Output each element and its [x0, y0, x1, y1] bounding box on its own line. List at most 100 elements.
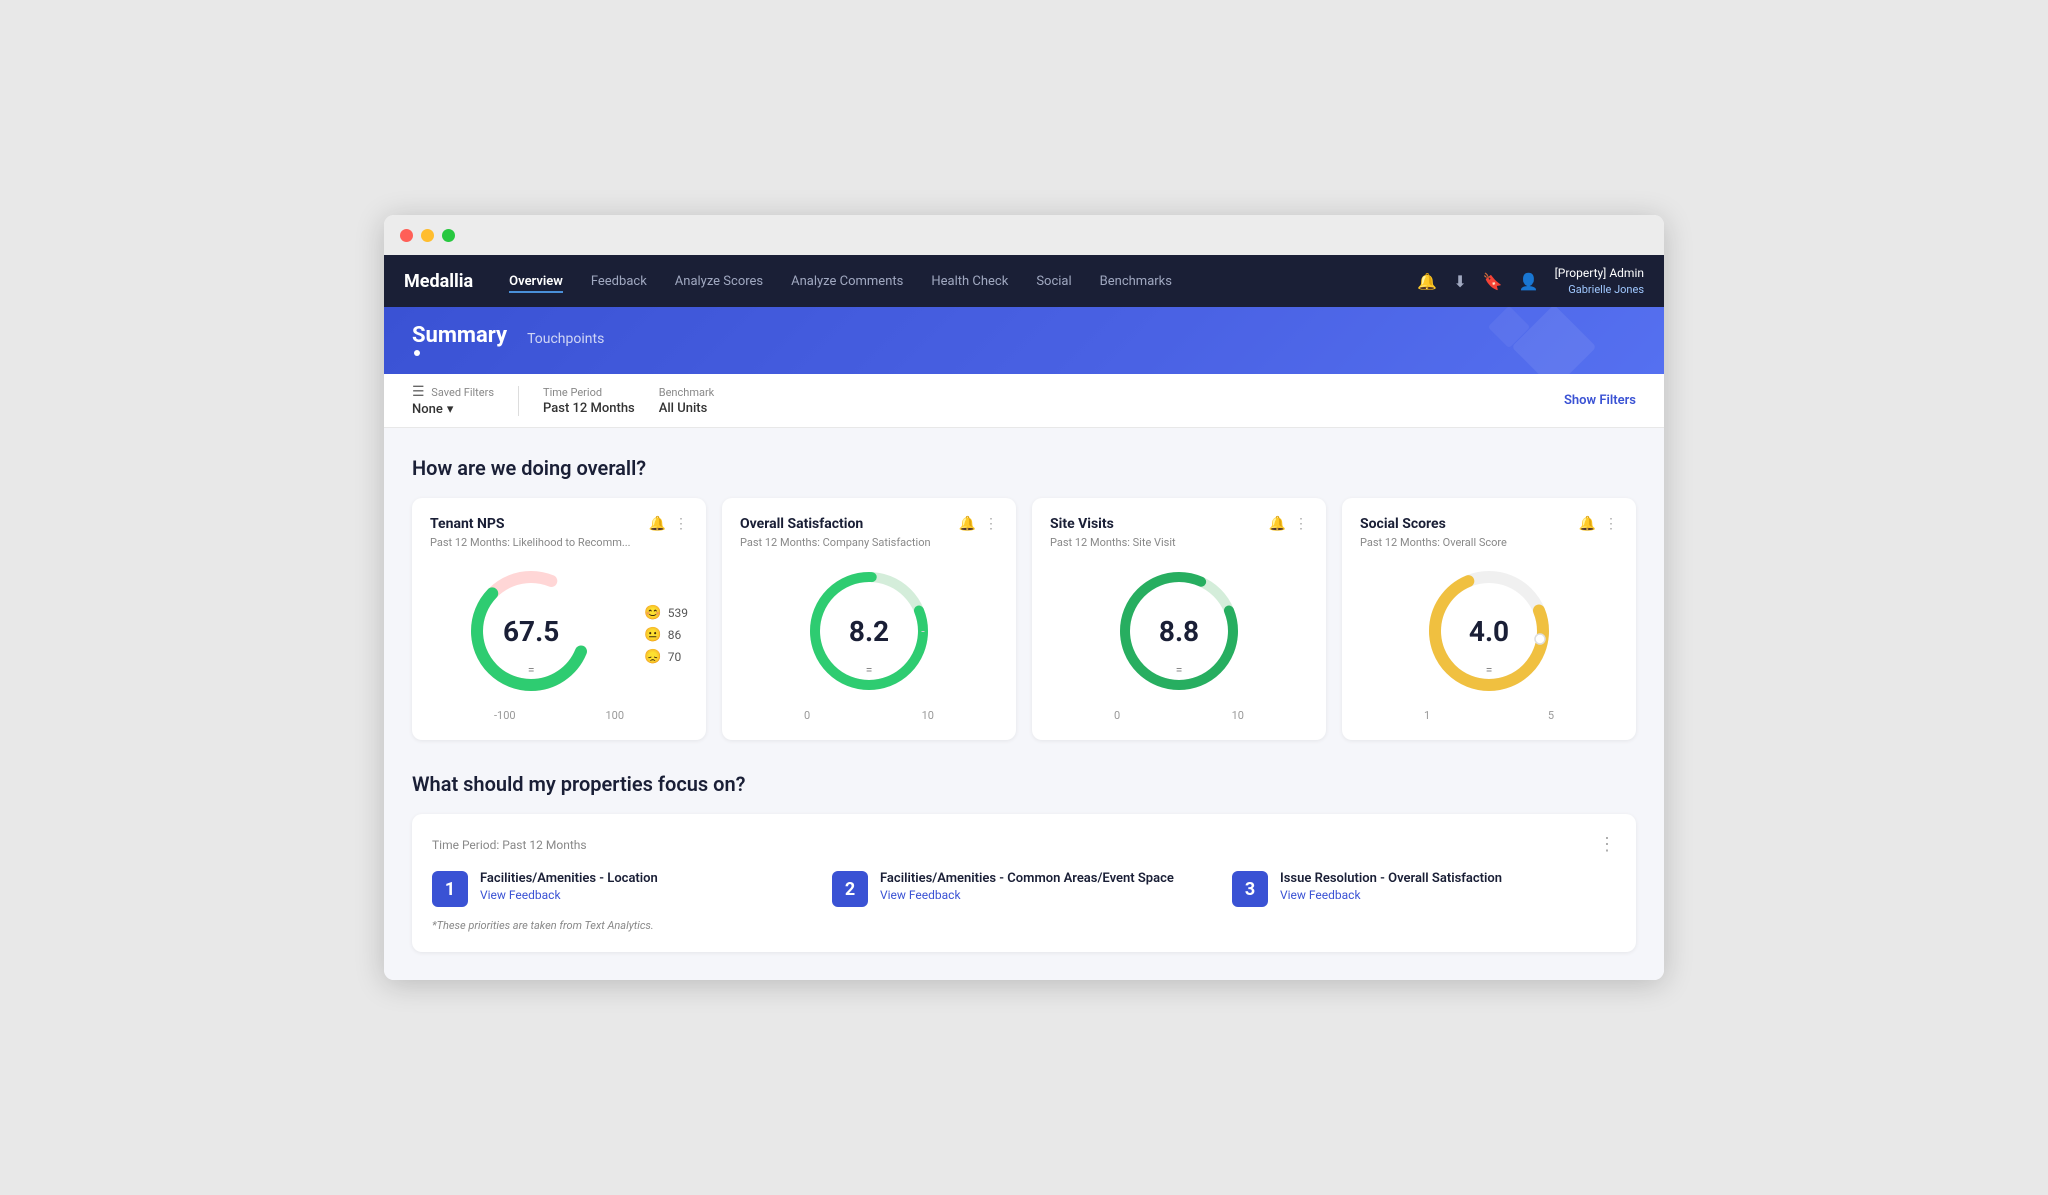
benchmark-group: Benchmark All Units [659, 386, 715, 416]
priority-content-1: Facilities/Amenities - Location View Fee… [480, 871, 658, 902]
time-period-value: Past 12 Months [543, 401, 635, 416]
site-visits-card: Site Visits 🔔 ⋮ Past 12 Months: Site Vis… [1032, 498, 1326, 740]
site-visits-min: 0 [1114, 709, 1120, 722]
summary-title: Summary [412, 323, 507, 348]
priority-number-2: 2 [832, 871, 868, 907]
nav-item-overview[interactable]: Overview [509, 270, 563, 293]
user-role: [Property] Admin [1555, 265, 1644, 282]
priority-content-3: Issue Resolution - Overall Satisfaction … [1280, 871, 1502, 902]
nav-item-analyze-comments[interactable]: Analyze Comments [791, 270, 903, 293]
gauge-equal: = [866, 663, 873, 677]
focus-card: Time Period: Past 12 Months ⋮ 1 Faciliti… [412, 814, 1636, 952]
nps-promoter: 😊 539 [644, 605, 688, 621]
social-scores-max: 5 [1548, 709, 1554, 722]
summary-tab[interactable]: Summary [412, 323, 507, 356]
social-scores-labels: 1 5 [1424, 709, 1554, 722]
main-nav: Medallia Overview Feedback Analyze Score… [384, 255, 1664, 307]
satisfaction-min: 0 [804, 709, 810, 722]
card-header: Tenant NPS 🔔 ⋮ [430, 516, 688, 532]
more-icon[interactable]: ⋮ [1294, 516, 1308, 532]
priority-link-3[interactable]: View Feedback [1280, 888, 1502, 902]
card-subtitle: Past 12 Months: Company Satisfaction [740, 536, 998, 549]
card-header: Site Visits 🔔 ⋮ [1050, 516, 1308, 532]
social-scores-value: 4.0 [1469, 615, 1509, 648]
promoter-icon: 😊 [644, 605, 661, 621]
logo: Medallia [404, 271, 473, 292]
priority-3: 3 Issue Resolution - Overall Satisfactio… [1232, 871, 1616, 907]
close-button[interactable] [400, 229, 413, 242]
priorities-row: 1 Facilities/Amenities - Location View F… [432, 871, 1616, 907]
bell-icon[interactable]: 🔔 [649, 516, 666, 532]
satisfaction-labels: 0 10 [804, 709, 934, 722]
card-subtitle: Past 12 Months: Likelihood to Recomm... [430, 536, 688, 549]
benchmark-value: All Units [659, 401, 715, 416]
user-name: Gabrielle Jones [1555, 282, 1644, 297]
time-period-group: Time Period Past 12 Months [543, 386, 635, 416]
gauge-equal: = [1486, 663, 1493, 677]
bell-icon[interactable]: 🔔 [1269, 516, 1286, 532]
nav-item-social[interactable]: Social [1036, 270, 1071, 293]
nav-item-feedback[interactable]: Feedback [591, 270, 647, 293]
site-visits-value: 8.8 [1159, 615, 1199, 648]
focus-more-icon[interactable]: ⋮ [1598, 834, 1616, 855]
more-icon[interactable]: ⋮ [984, 516, 998, 532]
social-scores-gauge: 4.0 = [1419, 561, 1559, 701]
card-actions: 🔔 ⋮ [1579, 516, 1618, 532]
overall-section-title: How are we doing overall? [412, 456, 1636, 480]
nps-detractor: 😞 70 [644, 649, 688, 665]
show-filters-button[interactable]: Show Filters [1564, 393, 1636, 408]
detractor-icon: 😞 [644, 649, 661, 665]
nav-item-benchmarks[interactable]: Benchmarks [1100, 270, 1172, 293]
nav-right: 🔔 ⬇ 🔖 👤 [Property] Admin Gabrielle Jones [1417, 265, 1644, 297]
bookmark-icon[interactable]: 🔖 [1483, 272, 1503, 291]
gauge-equal: = [528, 663, 535, 677]
priority-content-2: Facilities/Amenities - Common Areas/Even… [880, 871, 1174, 902]
more-icon[interactable]: ⋮ [674, 516, 688, 532]
nps-max: 100 [605, 709, 624, 722]
satisfaction-value: 8.2 [849, 615, 889, 648]
touchpoints-tab[interactable]: Touchpoints [527, 331, 604, 349]
notifications-icon[interactable]: 🔔 [1417, 272, 1437, 291]
card-actions: 🔔 ⋮ [649, 516, 688, 532]
chevron-down-icon: ▾ [447, 402, 454, 417]
nps-gauge: 67.5 = [461, 561, 601, 701]
nps-content: 67.5 = 😊 539 😐 86 [430, 561, 688, 709]
minimize-button[interactable] [421, 229, 434, 242]
satisfaction-max: 10 [922, 709, 934, 722]
bell-icon[interactable]: 🔔 [1579, 516, 1596, 532]
main-content: How are we doing overall? Tenant NPS 🔔 ⋮… [384, 428, 1664, 980]
priority-title-2: Facilities/Amenities - Common Areas/Even… [880, 871, 1174, 886]
focus-section-title: What should my properties focus on? [412, 772, 1636, 796]
satisfaction-gauge: 8.2 = [799, 561, 939, 701]
card-title: Tenant NPS [430, 516, 505, 532]
time-period-label: Time Period [543, 386, 635, 399]
nav-item-health-check[interactable]: Health Check [931, 270, 1008, 293]
maximize-button[interactable] [442, 229, 455, 242]
user-icon[interactable]: 👤 [1519, 272, 1539, 291]
nps-passive: 😐 86 [644, 627, 688, 643]
card-subtitle: Past 12 Months: Site Visit [1050, 536, 1308, 549]
title-bar [384, 215, 1664, 255]
download-icon[interactable]: ⬇ [1453, 272, 1466, 291]
cards-row: Tenant NPS 🔔 ⋮ Past 12 Months: Likelihoo… [412, 498, 1636, 740]
priority-link-2[interactable]: View Feedback [880, 888, 1174, 902]
benchmark-label: Benchmark [659, 386, 715, 399]
priority-link-1[interactable]: View Feedback [480, 888, 658, 902]
card-actions: 🔔 ⋮ [1269, 516, 1308, 532]
active-dot [414, 350, 420, 356]
focus-section: What should my properties focus on? Time… [412, 772, 1636, 952]
filter-icon: ☰ [412, 384, 425, 400]
bell-icon[interactable]: 🔔 [959, 516, 976, 532]
sub-header-tabs: Summary Touchpoints [412, 323, 1636, 356]
nav-item-analyze-scores[interactable]: Analyze Scores [675, 270, 763, 293]
saved-filters-group: ☰ Saved Filters None ▾ [412, 384, 494, 417]
nps-min: -100 [494, 709, 516, 722]
nps-value: 67.5 [503, 615, 559, 648]
focus-time: Time Period: Past 12 Months [432, 838, 587, 852]
focus-header: Time Period: Past 12 Months ⋮ [432, 834, 1616, 855]
site-visits-labels: 0 10 [1114, 709, 1244, 722]
priority-number-3: 3 [1232, 871, 1268, 907]
saved-filters-value[interactable]: None ▾ [412, 402, 494, 417]
more-icon[interactable]: ⋮ [1604, 516, 1618, 532]
gauge-area: 8.8 = 0 10 [1050, 561, 1308, 722]
